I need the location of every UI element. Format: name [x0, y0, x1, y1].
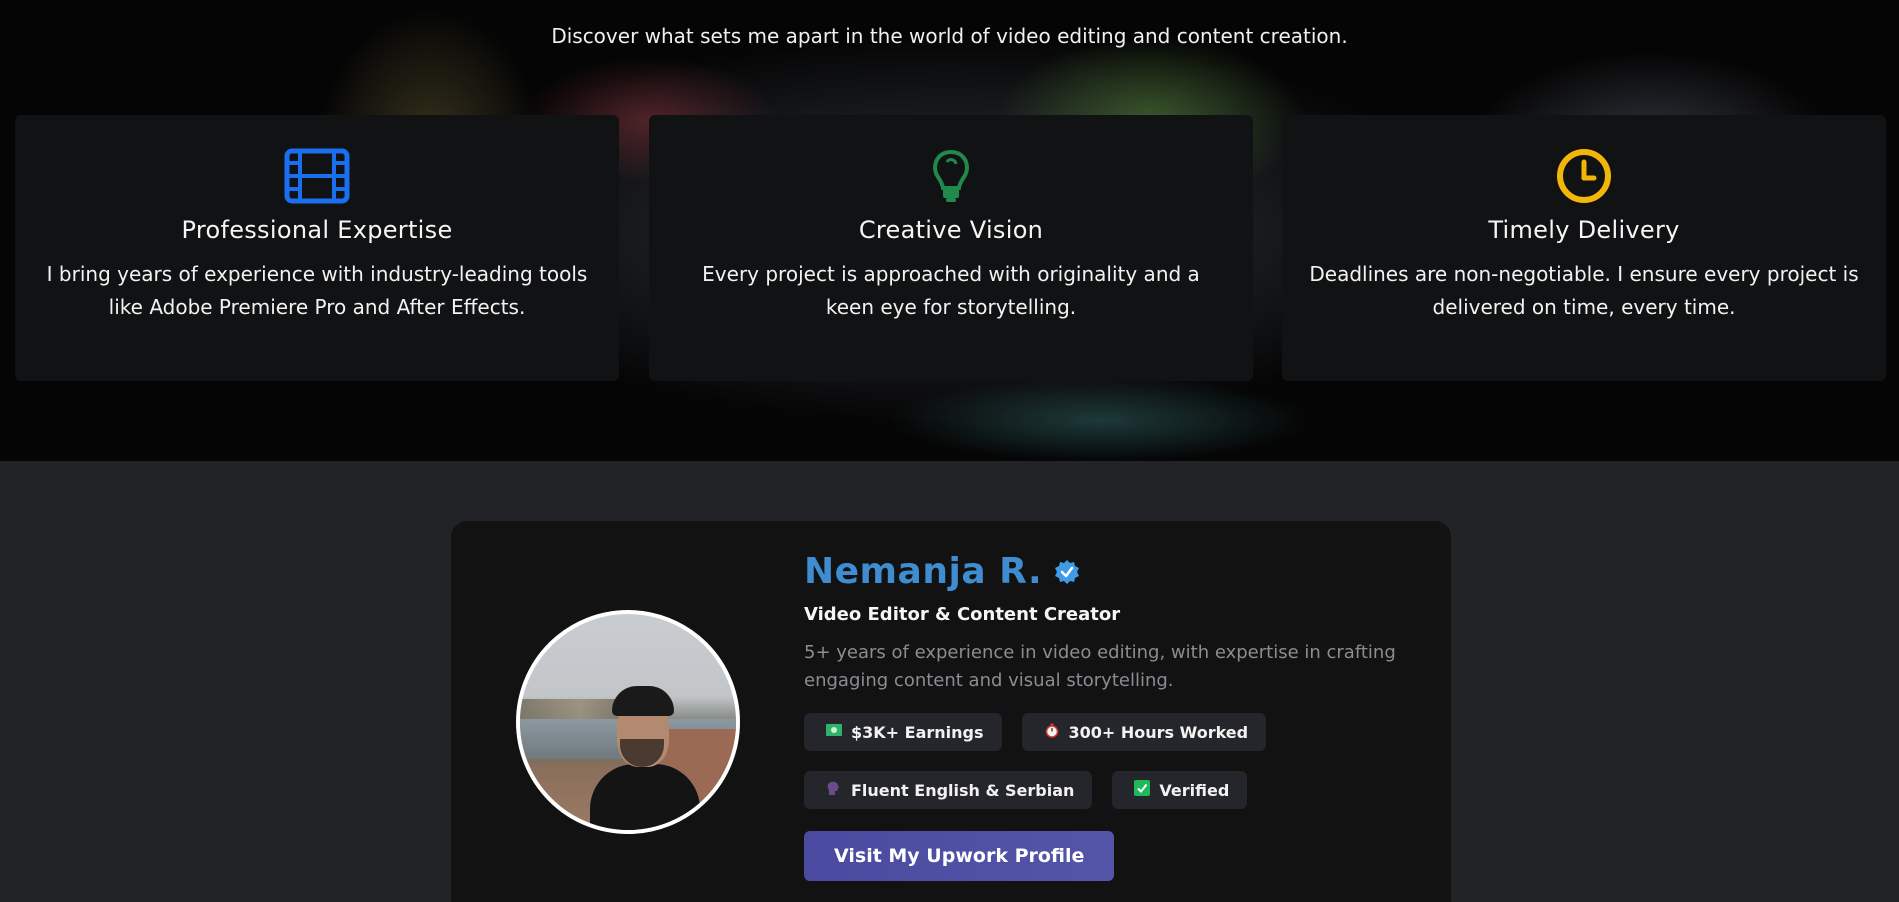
- lightbulb-icon: [649, 148, 1253, 204]
- stat-tag: 300+ Hours Worked: [1021, 713, 1267, 751]
- stat-tag: $3K+ Earnings: [804, 713, 1002, 751]
- speaking-head-icon: [826, 781, 842, 800]
- stopwatch-icon: [1044, 723, 1060, 742]
- film-icon: [15, 148, 619, 204]
- feature-card-creative: Creative Vision Every project is approac…: [649, 115, 1253, 381]
- feature-title: Timely Delivery: [1488, 216, 1680, 244]
- profile-name: Nemanja R.: [804, 551, 1043, 592]
- profile-description: 5+ years of experience in video editing,…: [804, 642, 1396, 691]
- why-choose-me-section: Discover what sets me apart in the world…: [0, 0, 1899, 461]
- avatar: [516, 610, 740, 834]
- checkmark-icon: [1134, 780, 1151, 800]
- feature-title: Creative Vision: [858, 216, 1044, 244]
- feature-card-delivery: Timely Delivery Deadlines are non-negoti…: [1282, 115, 1886, 381]
- feature-text: Deadlines are non-negotiable. I ensure e…: [1309, 262, 1859, 319]
- feature-text: I bring years of experience with industr…: [46, 262, 588, 319]
- section-subtitle: Discover what sets me apart in the world…: [551, 24, 1348, 48]
- stat-tag: Verified: [1112, 771, 1248, 809]
- money-icon: [826, 724, 842, 740]
- stat-tag: Fluent English & Serbian: [804, 771, 1093, 809]
- profile-role: Video Editor & Content Creator: [804, 604, 1121, 625]
- verified-badge-icon: [1054, 559, 1080, 585]
- profile-card: Nemanja R. Video Editor & Content Creato…: [451, 521, 1451, 902]
- feature-text: Every project is approached with origina…: [702, 262, 1200, 319]
- profile-info: Nemanja R. Video Editor & Content Creato…: [804, 551, 1424, 881]
- upwork-profile-button[interactable]: Visit My Upwork Profile: [804, 831, 1115, 881]
- stats-tags: $3K+ Earnings 300+ Hours Worked Fluent E…: [804, 713, 1424, 809]
- feature-card-expertise: Professional Expertise I bring years of …: [15, 115, 619, 381]
- clock-icon: [1282, 148, 1886, 204]
- feature-title: Professional Expertise: [181, 216, 453, 244]
